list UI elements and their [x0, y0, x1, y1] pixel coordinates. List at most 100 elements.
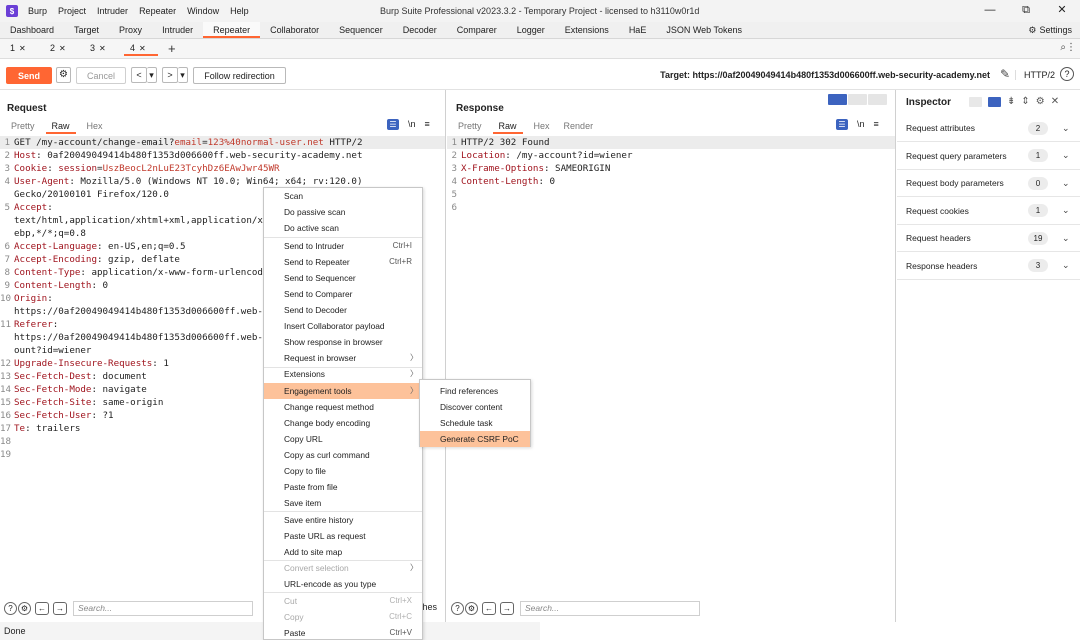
close-inspector-icon[interactable]: ✕ [1051, 96, 1059, 107]
send-button[interactable]: Send [6, 67, 52, 84]
sort-icon[interactable]: ⇟ [1007, 96, 1015, 107]
menu-item-do-active-scan[interactable]: Do active scan [264, 220, 422, 236]
menu-item-copy-as-curl-command[interactable]: Copy as curl command [264, 447, 422, 463]
next-match-icon[interactable]: → [500, 601, 514, 615]
next-match-icon[interactable]: → [53, 601, 67, 615]
tab-intruder[interactable]: Intruder [152, 22, 203, 38]
menu-project[interactable]: Project [58, 6, 86, 16]
protocol-selector[interactable]: HTTP/2 [1014, 70, 1055, 80]
forward-history-dropdown[interactable]: ▾ [178, 67, 188, 83]
help-icon[interactable]: ? [4, 601, 17, 615]
inspector-row-response-headers[interactable]: Response headers 3 ⌄ [897, 253, 1080, 280]
close-tab-icon[interactable]: ✕ [19, 44, 26, 53]
tab-logger[interactable]: Logger [507, 22, 555, 38]
layout-top-bottom-icon[interactable] [848, 94, 867, 105]
menu-item-copy-url[interactable]: Copy URL [264, 431, 422, 447]
previous-match-icon[interactable]: ← [482, 601, 496, 615]
settings-button[interactable]: ⚙ Settings [1028, 22, 1072, 38]
inspector-layout-active-icon[interactable] [988, 96, 1001, 107]
menu-item-generate-csrf-poc[interactable]: Generate CSRF PoC [420, 431, 530, 447]
tab-decoder[interactable]: Decoder [393, 22, 447, 38]
chevron-down-icon[interactable]: ⌄ [1062, 233, 1074, 244]
repeater-tab-3[interactable]: 3 ✕ [84, 41, 118, 56]
menu-item-insert-collaborator-payload[interactable]: Insert Collaborator payload [264, 318, 422, 334]
search-settings-gear-icon[interactable]: ⚙ [18, 601, 31, 615]
more-options-icon[interactable]: ⋮ [1066, 42, 1076, 53]
menu-item-change-body-encoding[interactable]: Change body encoding [264, 415, 422, 431]
menu-burp[interactable]: Burp [28, 6, 47, 16]
tab-sequencer[interactable]: Sequencer [329, 22, 393, 38]
menu-item-send-to-repeater[interactable]: Send to Repeater Ctrl+R [264, 254, 422, 270]
menu-repeater[interactable]: Repeater [139, 6, 176, 16]
close-tab-icon[interactable]: ✕ [139, 44, 146, 53]
menu-item-send-to-sequencer[interactable]: Send to Sequencer [264, 270, 422, 286]
send-options-gear-icon[interactable]: ⚙ [56, 67, 71, 83]
cancel-button[interactable]: Cancel [76, 67, 126, 84]
menu-item-change-request-method[interactable]: Change request method [264, 399, 422, 415]
pretty-print-icon[interactable]: ☰ [836, 119, 848, 130]
inspector-row-request-headers[interactable]: Request headers 19 ⌄ [897, 225, 1080, 252]
chevron-down-icon[interactable]: ⌄ [1062, 205, 1074, 216]
menu-intruder[interactable]: Intruder [97, 6, 128, 16]
pretty-print-icon[interactable]: ☰ [387, 119, 399, 130]
menu-item-find-references[interactable]: Find references [420, 383, 530, 399]
menu-item-extensions[interactable]: Extensions 〉 [264, 366, 422, 382]
repeater-tab-1[interactable]: 1 ✕ [4, 41, 38, 56]
menu-item-paste-url-as-request[interactable]: Paste URL as request [264, 528, 422, 544]
menu-item-save-entire-history[interactable]: Save entire history [264, 512, 422, 528]
layout-tabs-icon[interactable] [868, 94, 887, 105]
tab-repeater[interactable]: Repeater [203, 22, 261, 38]
chevron-down-icon[interactable]: ⌄ [1062, 178, 1074, 189]
chevron-down-icon[interactable]: ⌄ [1062, 123, 1074, 134]
menu-help[interactable]: Help [230, 6, 249, 16]
inspector-row-request-cookies[interactable]: Request cookies 1 ⌄ [897, 198, 1080, 225]
layout-toggle[interactable] [828, 94, 887, 105]
inspector-row-request-query-parameters[interactable]: Request query parameters 1 ⌄ [897, 143, 1080, 170]
menu-item-add-to-site-map[interactable]: Add to site map [264, 544, 422, 560]
tab-json-web-tokens[interactable]: JSON Web Tokens [656, 22, 752, 38]
close-tab-icon[interactable]: ✕ [59, 44, 66, 53]
previous-match-icon[interactable]: ← [35, 601, 49, 615]
menu-item-send-to-intruder[interactable]: Send to Intruder Ctrl+I [264, 238, 422, 254]
close-window-icon[interactable]: ✕ [1044, 0, 1080, 22]
menu-item-discover-content[interactable]: Discover content [420, 399, 530, 415]
tab-proxy[interactable]: Proxy [109, 22, 152, 38]
tab-comparer[interactable]: Comparer [447, 22, 507, 38]
menu-item-schedule-task[interactable]: Schedule task [420, 415, 530, 431]
help-icon[interactable]: ? [1060, 67, 1074, 81]
response-search-input[interactable]: Search... [520, 600, 700, 616]
request-view-tab-raw[interactable]: Raw [45, 120, 76, 134]
minimize-icon[interactable]: — [972, 0, 1008, 22]
editor-menu-icon[interactable]: ≡ [874, 119, 879, 130]
new-tab-plus-icon[interactable]: + [168, 41, 176, 56]
inspector-row-request-attributes[interactable]: Request attributes 2 ⌄ [897, 115, 1080, 142]
back-button[interactable]: < [131, 67, 147, 83]
request-view-tab-pretty[interactable]: Pretty [4, 120, 42, 134]
editor-menu-icon[interactable]: ≡ [425, 119, 430, 130]
response-view-tab-raw[interactable]: Raw [492, 120, 523, 134]
menu-item-do-passive-scan[interactable]: Do passive scan [264, 204, 422, 220]
request-search-input[interactable]: Search... [73, 600, 253, 616]
tab-extensions[interactable]: Extensions [555, 22, 619, 38]
search-settings-gear-icon[interactable]: ⚙ [465, 601, 478, 615]
tab-target[interactable]: Target [64, 22, 109, 38]
menu-item-scan[interactable]: Scan [264, 188, 422, 204]
response-view-tab-hex[interactable]: Hex [527, 120, 557, 134]
edit-target-pencil-icon[interactable]: ✎ [1000, 67, 1010, 81]
inspector-row-request-body-parameters[interactable]: Request body parameters 0 ⌄ [897, 170, 1080, 197]
response-view-tab-pretty[interactable]: Pretty [451, 120, 489, 134]
restore-icon[interactable]: ⧉ [1008, 0, 1044, 22]
newline-toggle-icon[interactable]: \n [857, 119, 865, 130]
inspector-layout-icon[interactable] [969, 96, 982, 107]
newline-toggle-icon[interactable]: \n [408, 119, 416, 130]
response-view-tab-render[interactable]: Render [557, 120, 601, 134]
menu-item-paste[interactable]: Paste Ctrl+V [264, 625, 422, 640]
menu-item-request-in-browser[interactable]: Request in browser 〉 [264, 350, 422, 366]
back-history-dropdown[interactable]: ▾ [147, 67, 157, 83]
repeater-tab-2[interactable]: 2 ✕ [44, 41, 78, 56]
tab-collaborator[interactable]: Collaborator [260, 22, 329, 38]
chevron-down-icon[interactable]: ⌄ [1062, 260, 1074, 271]
split-icon[interactable]: ⇕ [1021, 96, 1029, 107]
repeater-tab-4[interactable]: 4 ✕ [124, 41, 158, 56]
inspector-settings-gear-icon[interactable]: ⚙ [1036, 96, 1045, 107]
